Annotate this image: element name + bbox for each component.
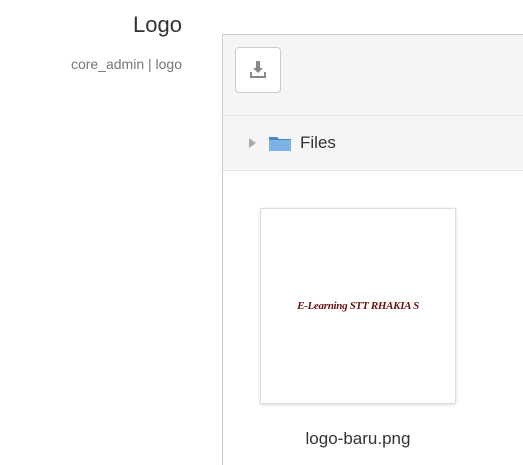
expand-arrow-icon[interactable]	[249, 138, 256, 148]
file-name[interactable]: logo-baru.png	[260, 429, 456, 449]
download-button[interactable]	[235, 47, 281, 93]
setting-subtitle: core_admin | logo	[70, 56, 182, 72]
breadcrumb-files[interactable]: Files	[300, 133, 336, 153]
breadcrumb: Files	[223, 116, 523, 171]
page: Logo core_admin | logo Files E-Learning …	[0, 0, 523, 465]
file-thumbnail[interactable]: E-Learning STT RHAKIA S	[260, 208, 456, 404]
folder-icon	[268, 134, 292, 152]
file-manager: Files E-Learning STT RHAKIA S logo-baru.…	[222, 34, 523, 465]
download-icon	[250, 61, 266, 78]
setting-title: Logo	[133, 12, 182, 37]
file-list: E-Learning STT RHAKIA S logo-baru.png	[223, 171, 523, 464]
file-manager-toolbar	[223, 35, 523, 116]
logo-preview-text: E-Learning STT RHAKIA S	[297, 300, 419, 312]
